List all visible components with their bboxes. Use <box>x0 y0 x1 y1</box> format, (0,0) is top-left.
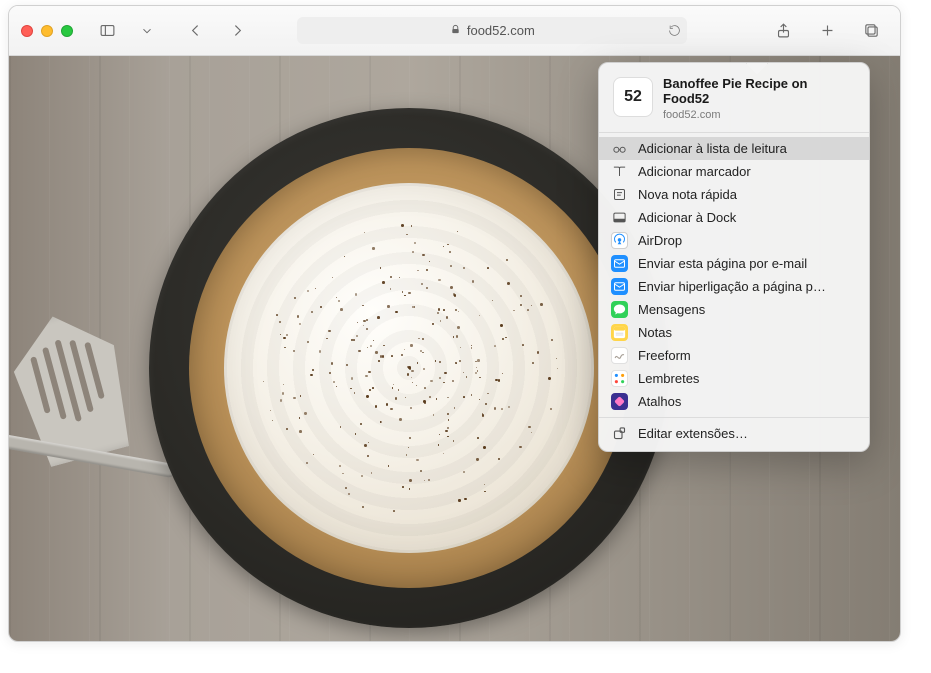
shortcuts-icon <box>611 393 628 410</box>
reminders-icon <box>611 370 628 387</box>
airdrop-icon <box>611 232 628 249</box>
share-item-airdrop[interactable]: AirDrop <box>599 229 869 252</box>
share-item-label: Freeform <box>638 348 691 363</box>
share-item-reminders[interactable]: Lembretes <box>599 367 869 390</box>
share-thumbnail: 52 <box>613 77 653 117</box>
share-item-quick-note[interactable]: Nova nota rápida <box>599 183 869 206</box>
browser-window: food52.com <box>8 5 901 642</box>
url-text: food52.com <box>467 23 535 38</box>
toolbar: food52.com <box>9 6 900 56</box>
share-item-label: Enviar hiperligação a página p… <box>638 279 826 294</box>
back-button[interactable] <box>179 18 211 44</box>
share-item-freeform[interactable]: Freeform <box>599 344 869 367</box>
share-item-reading-list[interactable]: Adicionar à lista de leitura <box>599 137 869 160</box>
share-item-label: Enviar esta página por e-mail <box>638 256 807 271</box>
forward-button[interactable] <box>221 18 253 44</box>
share-header: 52 Banoffee Pie Recipe on Food52 food52.… <box>599 63 869 132</box>
address-bar[interactable]: food52.com <box>297 17 687 44</box>
minimize-window-button[interactable] <box>41 25 53 37</box>
lock-icon <box>450 23 461 38</box>
extension-icon <box>611 425 628 442</box>
share-item-label: Adicionar à Dock <box>638 210 736 225</box>
share-item-messages[interactable]: Mensagens <box>599 298 869 321</box>
share-item-label: Adicionar à lista de leitura <box>638 141 787 156</box>
mail-icon <box>611 255 628 272</box>
fullscreen-window-button[interactable] <box>61 25 73 37</box>
share-item-label: AirDrop <box>638 233 682 248</box>
note-square-icon <box>611 186 628 203</box>
share-item-label: Notas <box>638 325 672 340</box>
share-item-mail[interactable]: Enviar esta página por e-mail <box>599 252 869 275</box>
share-item-bookmark[interactable]: Adicionar marcador <box>599 160 869 183</box>
glasses-icon <box>611 140 628 157</box>
share-items-list: Adicionar à lista de leitura Adicionar ma… <box>599 133 869 417</box>
mail-icon <box>611 278 628 295</box>
book-icon <box>611 163 628 180</box>
freeform-icon <box>611 347 628 364</box>
share-item-shortcuts[interactable]: Atalhos <box>599 390 869 413</box>
pie-photo <box>149 108 669 628</box>
share-item-label: Atalhos <box>638 394 681 409</box>
new-tab-button[interactable] <box>812 18 844 44</box>
messages-icon <box>611 301 628 318</box>
share-button[interactable] <box>768 18 800 44</box>
reload-button[interactable] <box>668 24 681 37</box>
share-domain: food52.com <box>663 109 855 122</box>
share-item-label: Mensagens <box>638 302 705 317</box>
edit-extensions-item[interactable]: Editar extensões… <box>599 422 869 445</box>
sidebar-toggle-button[interactable] <box>91 18 123 44</box>
close-window-button[interactable] <box>21 25 33 37</box>
share-item-label: Lembretes <box>638 371 699 386</box>
notes-icon <box>611 324 628 341</box>
share-item-notes[interactable]: Notas <box>599 321 869 344</box>
tab-group-dropdown-button[interactable] <box>131 18 163 44</box>
tab-overview-button[interactable] <box>856 18 888 44</box>
share-item-label: Adicionar marcador <box>638 164 751 179</box>
share-popover: 52 Banoffee Pie Recipe on Food52 food52.… <box>598 62 870 452</box>
window-controls <box>21 25 73 37</box>
share-item-add-to-dock[interactable]: Adicionar à Dock <box>599 206 869 229</box>
share-item-link-mail[interactable]: Enviar hiperligação a página p… <box>599 275 869 298</box>
share-title: Banoffee Pie Recipe on Food52 <box>663 77 855 107</box>
dock-icon <box>611 209 628 226</box>
share-item-label: Nova nota rápida <box>638 187 737 202</box>
edit-extensions-label: Editar extensões… <box>638 426 748 441</box>
